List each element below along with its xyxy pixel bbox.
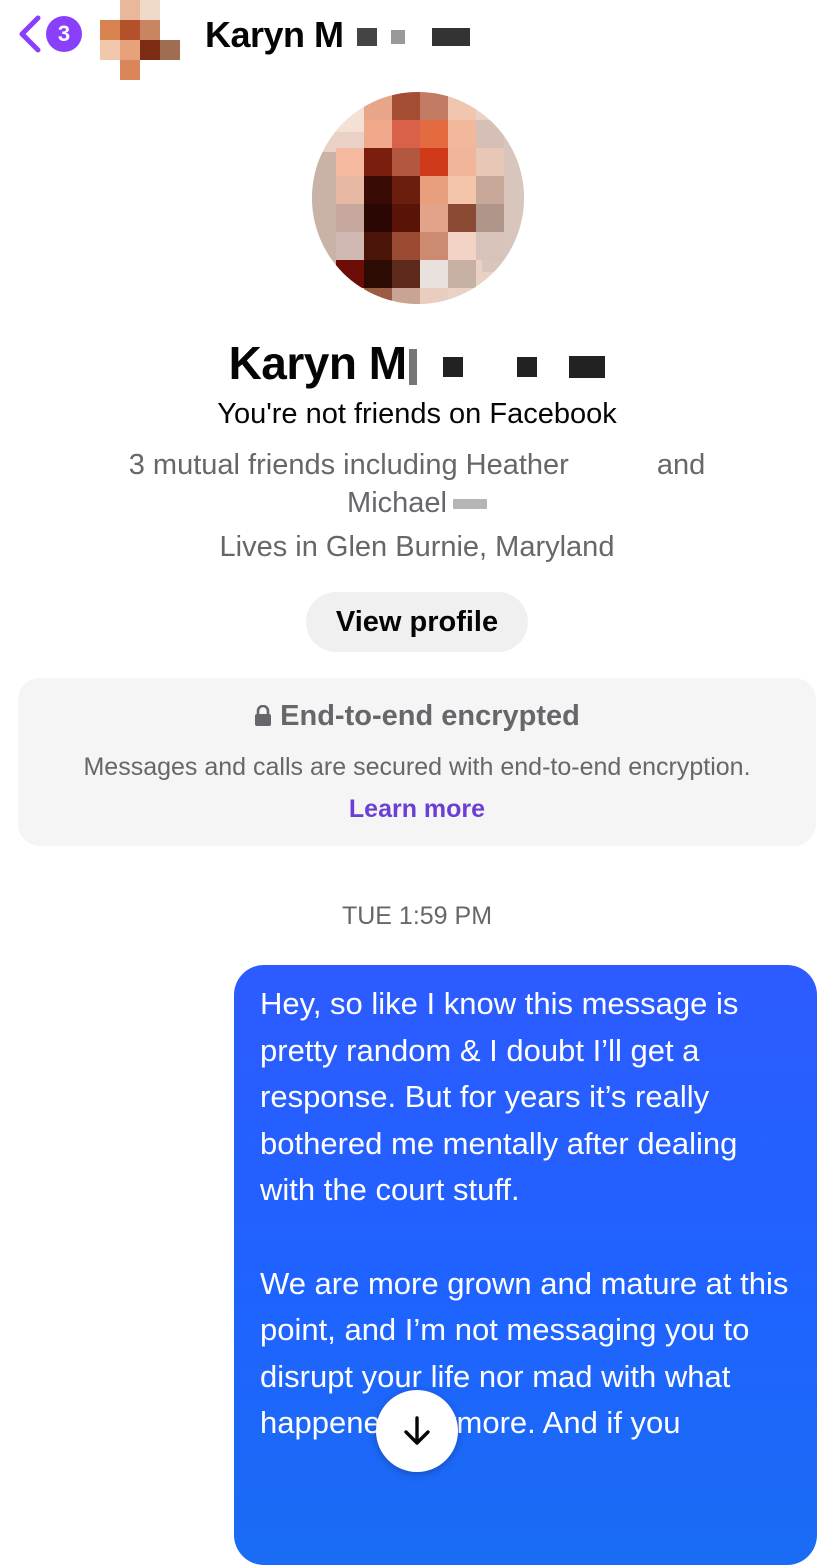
lock-icon — [255, 705, 272, 726]
contact-avatar[interactable] — [100, 0, 180, 80]
name-redaction — [517, 356, 538, 377]
chevron-left-icon — [19, 15, 41, 53]
name-redaction — [442, 356, 463, 377]
contact-name-text: Karyn M — [205, 14, 344, 55]
view-profile-button[interactable]: View profile — [306, 592, 528, 652]
message-paragraph: We are more grown and mature at this poi… — [260, 1265, 789, 1441]
mutual-friends-text: 3 mutual friends including Heather — [128, 449, 569, 481]
name-redaction — [432, 28, 471, 47]
mutual-friends-and: and — [656, 449, 706, 481]
encryption-title: End-to-end encrypted — [18, 700, 816, 733]
contact-name-header[interactable]: Karyn M — [205, 14, 471, 56]
name-redaction — [357, 28, 378, 47]
message-paragraph: Hey, so like I know this message is pret… — [260, 986, 739, 1208]
outgoing-message-bubble[interactable]: Hey, so like I know this message is pret… — [234, 965, 817, 1565]
arrow-down-icon — [404, 1416, 430, 1445]
encryption-notice: End-to-end encrypted Messages and calls … — [18, 678, 816, 846]
friend-status: You're not friends on Facebook — [217, 398, 617, 430]
unread-count-badge: 3 — [46, 16, 82, 52]
location: Lives in Glen Burnie, Maryland — [219, 531, 615, 563]
profile-name: Karyn M — [0, 336, 834, 390]
message-timestamp: TUE 1:59 PM — [341, 902, 493, 930]
encryption-title-text: End-to-end encrypted — [280, 700, 580, 732]
chat-header: 3 Karyn M — [0, 0, 834, 80]
encryption-body: Messages and calls are secured with end-… — [78, 746, 756, 830]
mutual-friends: 3 mutual friends including Heather and Mi… — [60, 446, 774, 522]
name-redaction — [390, 30, 405, 45]
learn-more-link[interactable]: Learn more — [349, 795, 485, 823]
encryption-body-text: Messages and calls are secured with end-… — [83, 753, 751, 781]
profile-name-text: Karyn M — [228, 337, 407, 389]
back-button[interactable]: 3 — [16, 14, 82, 54]
name-redaction — [452, 499, 487, 510]
name-redaction — [569, 355, 606, 378]
scroll-to-bottom-button[interactable] — [376, 1390, 458, 1472]
mutual-friend-second: Michael — [347, 487, 447, 519]
name-redaction — [408, 348, 417, 385]
profile-photo[interactable] — [312, 92, 524, 304]
